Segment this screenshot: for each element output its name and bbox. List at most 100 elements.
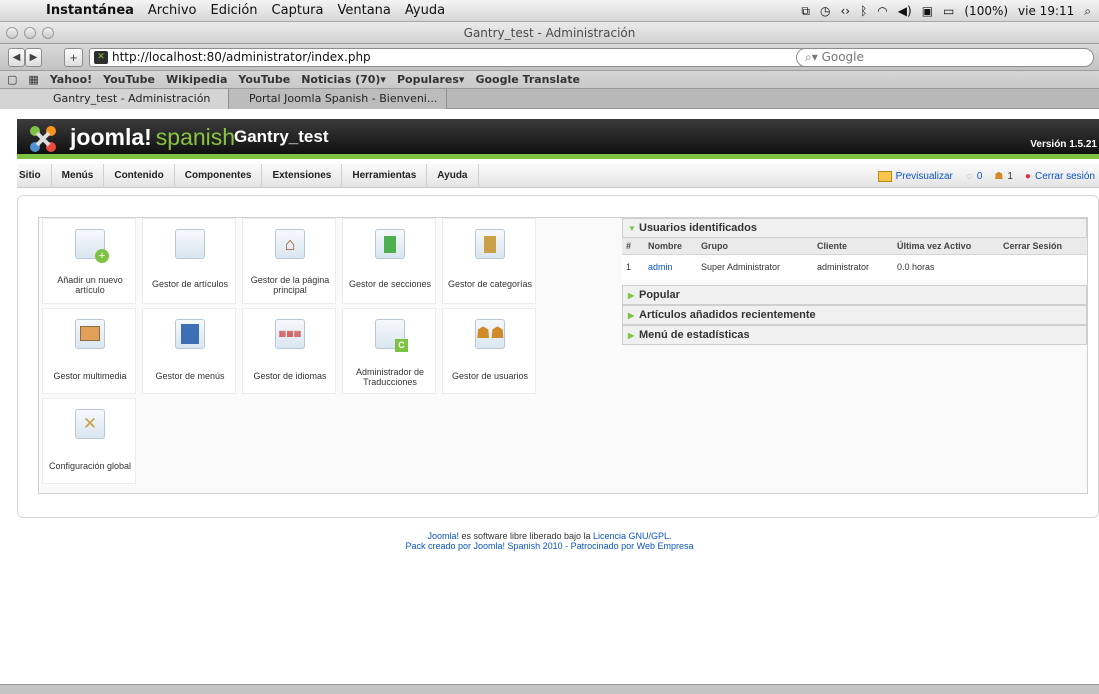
bookmark-populares[interactable]: Populares▾ (397, 73, 464, 86)
icon-section[interactable]: Gestor de secciones (342, 218, 436, 304)
icon-label: Administrador de Traducciones (355, 367, 425, 387)
battery-icon[interactable]: ▭ (943, 4, 954, 18)
code-icon[interactable]: ‹› (840, 4, 850, 18)
bookmark-google-translate[interactable]: Google Translate (475, 73, 580, 86)
wifi-icon[interactable]: ◠ (877, 4, 887, 18)
cell (999, 254, 1087, 280)
username-link[interactable]: admin (644, 254, 697, 280)
bookmark-yahoo[interactable]: Yahoo! (50, 73, 92, 86)
book-icon[interactable]: ▢ (7, 73, 17, 86)
joomla-link[interactable]: Joomla! (427, 531, 459, 541)
icon-global-config[interactable]: ✕ Configuración global (42, 398, 136, 484)
menu-ventana[interactable]: Ventana (338, 3, 391, 18)
col-header: Nombre (644, 238, 697, 255)
bookmark-wikipedia[interactable]: Wikipedia (166, 73, 227, 86)
joomla-brand: joomla! spanish (70, 124, 235, 151)
messages-count[interactable]: 0 (977, 171, 983, 182)
collapsed-arrow-icon: ▶ (628, 331, 635, 340)
display-icon[interactable]: ▣ (922, 4, 933, 18)
add-bookmark-button[interactable]: + (64, 48, 83, 67)
window-controls (6, 27, 54, 39)
logout-icon: ● (1024, 170, 1031, 182)
icon-media[interactable]: Gestor multimedia (42, 308, 136, 394)
minimize-window-button[interactable] (24, 27, 36, 39)
admin-status: Previsualizar ◌ 0 ☗ 1 ● Cerrar sesión (877, 164, 1095, 188)
users-table: # Nombre Grupo Cliente Última vez Activo… (622, 238, 1087, 280)
icon-label: Gestor de artículos (151, 279, 229, 289)
pack-link[interactable]: Pack creado por Joomla! Spanish 2010 - P… (406, 541, 637, 551)
address-bar[interactable]: ✕ http://localhost:80/administrator/inde… (89, 48, 877, 68)
panel-logged-users-header[interactable]: ▼ Usuarios identificados (622, 218, 1087, 238)
brand-text: joomla! (70, 124, 152, 150)
app-name-menu[interactable]: Instantánea (46, 3, 134, 18)
menu-icon (175, 319, 205, 349)
menu-ayuda-joomla[interactable]: Ayuda (427, 163, 479, 188)
dropbox-icon[interactable]: ⧉ (801, 4, 810, 19)
icon-label: Configuración global (48, 461, 132, 471)
icon-translation[interactable]: C Administrador de Traducciones (342, 308, 436, 394)
panel-recent-articles[interactable]: ▶ Artículos añadidos recientemente (622, 305, 1087, 325)
table-header: # Nombre Grupo Cliente Última vez Activo… (622, 238, 1087, 255)
icon-label: Gestor de categorías (447, 279, 533, 289)
preview-link[interactable]: Previsualizar (896, 171, 953, 182)
panel-popular[interactable]: ▶ Popular (622, 285, 1087, 305)
bookmarks-bar: ▢ ▦ Yahoo! YouTube Wikipedia YouTube Not… (0, 71, 1099, 89)
col-header: Cliente (813, 238, 893, 255)
search-input[interactable]: ⌕▾ Google (796, 48, 1094, 67)
battery-percent: (100%) (964, 4, 1009, 18)
icon-category[interactable]: Gestor de categorías (442, 218, 536, 304)
menu-menus[interactable]: Menús (52, 163, 105, 188)
menu-contenido[interactable]: Contenido (104, 163, 175, 188)
plus-icon: + (69, 50, 78, 65)
menu-herramientas[interactable]: Herramientas (342, 163, 428, 188)
license-link[interactable]: Licencia GNU/GPL. (593, 531, 672, 541)
article-manager-icon (175, 229, 205, 259)
panel-title: Menú de estadísticas (639, 329, 750, 341)
tab-portal-joomla[interactable]: Portal Joomla Spanish - Bienveni... (229, 89, 447, 109)
site-name: Gantry_test (234, 127, 329, 146)
window-titlebar: Gantry_test - Administración (0, 22, 1099, 44)
footer-line-1: Joomla! es software libre liberado bajo … (0, 531, 1099, 541)
logout-link[interactable]: Cerrar sesión (1035, 171, 1095, 182)
icon-menu-manager[interactable]: Gestor de menús (142, 308, 236, 394)
menu-sitio[interactable]: Sitio (17, 163, 52, 188)
icon-add-article[interactable]: + Añadir un nuevo artículo (42, 218, 136, 304)
timemachine-icon[interactable]: ◷ (820, 4, 830, 18)
back-button[interactable]: ◀ (8, 48, 25, 67)
bluetooth-icon[interactable]: ᛒ (860, 4, 867, 18)
cell: administrator (813, 254, 893, 280)
bookmark-noticias[interactable]: Noticias (70)▾ (301, 73, 386, 86)
volume-icon[interactable]: ◀) (898, 4, 912, 18)
web-empresa-link[interactable]: Web Empresa (637, 541, 694, 551)
icon-language[interactable]: ▦▦▦ Gestor de idiomas (242, 308, 336, 394)
zoom-window-button[interactable] (42, 27, 54, 39)
admin-menu: Sitio Menús Contenido Componentes Extens… (17, 163, 1099, 188)
cell: 1 (622, 254, 644, 280)
icon-article-manager[interactable]: Gestor de artículos (142, 218, 236, 304)
icon-label: Gestor de secciones (348, 279, 432, 289)
icon-frontpage[interactable]: ⌂ Gestor de la página principal (242, 218, 336, 304)
bookmark-youtube[interactable]: YouTube (103, 73, 155, 86)
close-window-button[interactable] (6, 27, 18, 39)
menu-componentes[interactable]: Componentes (175, 163, 263, 188)
version-label: Versión 1.5.21 (1030, 139, 1097, 150)
grid-icon[interactable]: ▦ (28, 73, 38, 86)
menu-captura[interactable]: Captura (272, 3, 324, 18)
forward-button[interactable]: ▶ (25, 48, 42, 67)
back-arrow-icon: ◀ (12, 52, 21, 63)
menu-edicion[interactable]: Edición (211, 3, 258, 18)
panel-menu-stats[interactable]: ▶ Menú de estadísticas (622, 325, 1087, 345)
collapsed-arrow-icon: ▶ (628, 291, 635, 300)
users-icon: ☗☗ (475, 319, 505, 349)
bookmark-youtube-2[interactable]: YouTube (238, 73, 290, 86)
icon-users[interactable]: ☗☗ Gestor de usuarios (442, 308, 536, 394)
tab-gantry-admin[interactable]: Gantry_test - Administración (0, 89, 229, 109)
expanded-arrow-icon: ▼ (628, 224, 636, 233)
add-article-icon: + (75, 229, 109, 263)
menu-ayuda[interactable]: Ayuda (405, 3, 445, 18)
clock[interactable]: vie 19:11 (1018, 4, 1074, 18)
menu-archivo[interactable]: Archivo (148, 3, 197, 18)
menu-extensiones[interactable]: Extensiones (262, 163, 343, 188)
table-row: 1 admin Super Administrator administrato… (622, 254, 1087, 280)
spotlight-icon[interactable]: ⌕ (1084, 4, 1091, 19)
